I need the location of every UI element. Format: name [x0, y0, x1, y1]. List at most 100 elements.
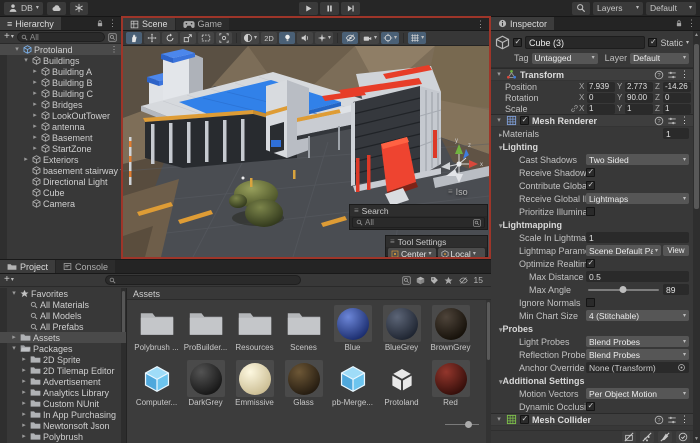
layers-dropdown[interactable]: Layers ▾: [593, 2, 643, 15]
create-asset-button[interactable]: +▾: [4, 275, 14, 285]
rotation-x-field[interactable]: 0: [587, 93, 615, 103]
step-button[interactable]: [341, 2, 360, 15]
max-distance-field[interactable]: 0.5: [586, 271, 689, 282]
foldout-collapsed-icon[interactable]: ▸: [31, 112, 39, 119]
dynamic-occlusio-checkbox[interactable]: [586, 402, 595, 411]
asset-computer[interactable]: Computer...: [133, 360, 180, 407]
foldout-collapsed-icon[interactable]: ▸: [20, 433, 28, 440]
foldout-collapsed-icon[interactable]: ▸: [20, 378, 28, 385]
hidden-packages-eye-icon[interactable]: [458, 276, 469, 285]
edit-collider-box-button[interactable]: [622, 431, 636, 443]
scene-visibility-button[interactable]: [342, 32, 358, 44]
receive-global-illu-dropdown[interactable]: Lightmaps▾: [586, 193, 689, 204]
kebab-menu-icon[interactable]: ⋮: [108, 18, 117, 29]
foldout-collapsed-icon[interactable]: ▸: [31, 134, 39, 141]
search-by-type-icon[interactable]: [402, 276, 411, 285]
move-tool-button[interactable]: [144, 32, 160, 44]
foldout-expanded-icon[interactable]: ▾: [10, 290, 18, 297]
2d-toggle-button[interactable]: 2D: [261, 32, 277, 44]
effects-dropdown[interactable]: ▾: [315, 32, 333, 44]
drag-handle-icon[interactable]: ≡: [390, 238, 395, 246]
scale-z-field[interactable]: 1: [663, 104, 691, 114]
transform-component-header[interactable]: ▾ Transform ? ⋮: [491, 68, 693, 81]
breadcrumb[interactable]: Assets: [127, 288, 491, 300]
materials-value-field[interactable]: 1: [663, 128, 689, 139]
foldout-icon[interactable]: ▾: [495, 117, 503, 124]
lighting-toggle-button[interactable]: [279, 32, 295, 44]
tag-dropdown[interactable]: Untagged▾: [532, 53, 598, 64]
tab-project[interactable]: Project: [0, 260, 55, 273]
item-options-icon[interactable]: ⋮: [110, 45, 121, 54]
hierarchy-item-protoland[interactable]: ▾Protoland⋮: [0, 44, 121, 55]
tab-scene[interactable]: Scene: [123, 18, 175, 30]
lock-icon[interactable]: [675, 19, 683, 28]
scroll-down-icon[interactable]: ▼: [693, 436, 700, 442]
rotation-z-field[interactable]: 0: [663, 93, 691, 103]
project-tree-item-all-materials[interactable]: All Materials: [0, 299, 126, 310]
optimize-realtime-checkbox[interactable]: [586, 259, 595, 268]
scene-search-input[interactable]: All: [352, 217, 485, 228]
asset-glass[interactable]: Glass: [280, 360, 327, 407]
collider-check-button[interactable]: [676, 431, 690, 443]
audio-toggle-button[interactable]: [297, 32, 313, 44]
foldout-collapsed-icon[interactable]: ▸: [31, 79, 39, 86]
scroll-up-icon[interactable]: ▲: [693, 32, 700, 38]
foldout-collapsed-icon[interactable]: ▸: [31, 123, 39, 130]
hierarchy-item-building-c[interactable]: ▸Building C: [0, 88, 121, 99]
slider-thumb-icon[interactable]: [465, 421, 472, 428]
edit-collider-points-button[interactable]: [640, 431, 654, 443]
project-tree-item-2d-sprite[interactable]: ▸2D Sprite: [0, 354, 126, 365]
ignore-normals-checkbox[interactable]: [586, 298, 595, 307]
asset-scenes[interactable]: Scenes: [280, 305, 327, 352]
project-tree-item-2d-tilemap-editor[interactable]: ▸2D Tilemap Editor: [0, 365, 126, 376]
scene-viewport[interactable]: y z x ≡ Iso ≡ Search All ≡ Tool Setting: [123, 46, 489, 257]
foldout-expanded-icon[interactable]: ▾: [10, 345, 18, 352]
component-enabled-checkbox[interactable]: [520, 415, 529, 424]
asset-polybrush[interactable]: Polybrush ...: [133, 305, 180, 352]
tab-inspector[interactable]: Inspector: [491, 17, 554, 30]
search-by-type-icon[interactable]: [108, 33, 117, 42]
anchor-override-object-field[interactable]: None (Transform): [586, 362, 689, 373]
hierarchy-search-input[interactable]: All: [17, 32, 105, 42]
asset-darkgrey[interactable]: DarkGrey: [182, 360, 229, 407]
position-z-field[interactable]: -14.26: [663, 82, 691, 92]
global-search-button[interactable]: [572, 2, 590, 15]
lock-icon[interactable]: [96, 19, 104, 28]
foldout-expanded-icon[interactable]: ▾: [22, 57, 30, 64]
foldout-collapsed-icon[interactable]: ▸: [20, 389, 28, 396]
hierarchy-item-basement-stairway-v[interactable]: basement stairway v: [0, 165, 121, 176]
mesh-collider-component-header[interactable]: ▾ Mesh Collider ? ⋮: [491, 413, 693, 426]
foldout-expanded-icon[interactable]: ▾: [13, 46, 21, 53]
project-tree-item-advertisement[interactable]: ▸Advertisement: [0, 376, 126, 387]
scale-y-field[interactable]: 1: [625, 104, 653, 114]
foldout-collapsed-icon[interactable]: ▸: [22, 156, 30, 163]
contribute-global-checkbox[interactable]: [586, 181, 595, 190]
motion-vectors-dropdown[interactable]: Per Object Motion▾: [586, 388, 689, 399]
asset-browngrey[interactable]: BrownGrey: [427, 305, 474, 352]
min-chart-size-dropdown[interactable]: 4 (Stitchable)▾: [586, 310, 689, 321]
light-probes-dropdown[interactable]: Blend Probes▾: [586, 336, 689, 347]
foldout-collapsed-icon[interactable]: ▸: [31, 145, 39, 152]
foldout-collapsed-icon[interactable]: ▸: [20, 400, 28, 407]
projection-toggle[interactable]: ≡ Iso: [448, 187, 468, 197]
project-tree-item-newtonsoft-json[interactable]: ▸Newtonsoft Json: [0, 420, 126, 431]
search-by-type-icon[interactable]: [473, 219, 481, 227]
pivot-mode-dropdown[interactable]: Center ▾: [388, 248, 436, 257]
rect-tool-button[interactable]: [198, 32, 214, 44]
active-checkbox[interactable]: [513, 38, 522, 47]
object-picker-icon[interactable]: [677, 363, 686, 372]
asset-resources[interactable]: Resources: [231, 305, 278, 352]
tab-hierarchy[interactable]: ≡ Hierarchy: [0, 17, 61, 30]
foldout-collapsed-icon[interactable]: ▸: [20, 422, 28, 429]
snap-settings-button[interactable]: [70, 2, 88, 15]
asset-probuilder[interactable]: ProBuilder...: [182, 305, 229, 352]
hierarchy-item-basement[interactable]: ▸Basement: [0, 132, 121, 143]
tab-console[interactable]: Console: [56, 260, 115, 273]
slider-thumb-icon[interactable]: [619, 286, 626, 293]
grid-visual-dropdown[interactable]: ▾: [408, 32, 426, 44]
layout-dropdown[interactable]: Default ▾: [646, 2, 696, 15]
cloud-services-button[interactable]: [47, 2, 66, 15]
project-search-input[interactable]: [105, 275, 301, 285]
pause-button[interactable]: [320, 2, 339, 15]
static-checkbox[interactable]: [648, 38, 657, 47]
